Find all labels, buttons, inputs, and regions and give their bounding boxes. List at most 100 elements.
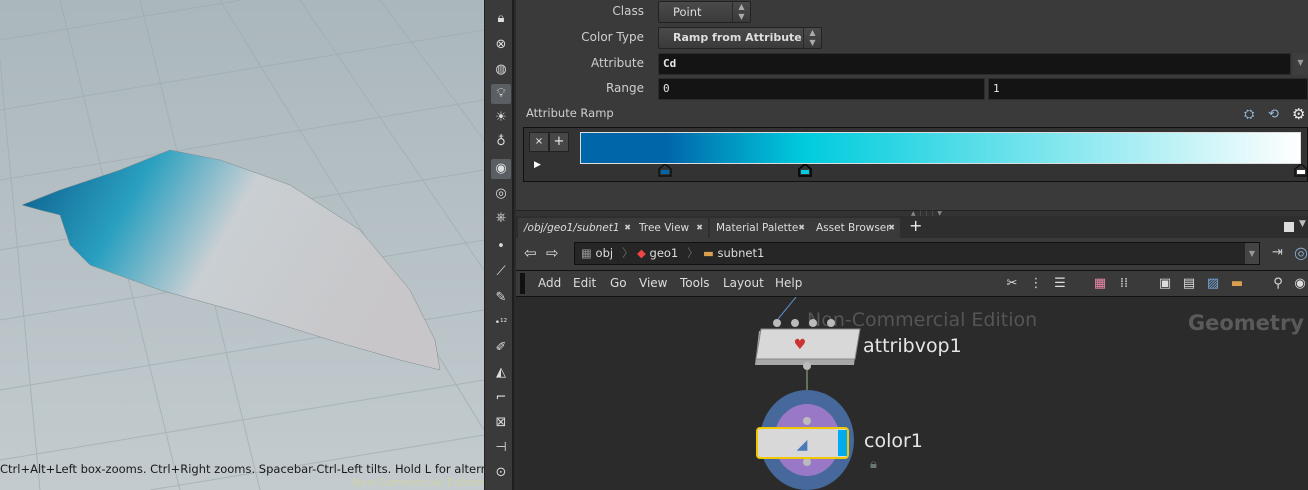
- path-dropdown-icon[interactable]: ▼: [1245, 243, 1259, 264]
- bucket-icon[interactable]: ◭: [491, 363, 511, 383]
- path-bar: ⇦ ⇨ ▦ obj 〉 ◆ geo1 〉 ▬ subnet1 ▼ ⇥ ◎: [516, 238, 1308, 270]
- ramp-delete-button[interactable]: ×: [529, 132, 549, 152]
- point-light-icon[interactable]: ☀: [491, 108, 511, 128]
- pen-icon[interactable]: ✐: [491, 338, 511, 358]
- color-type-value: Ramp from Attribute: [673, 31, 802, 44]
- subnet-icon: ▬: [703, 246, 714, 260]
- ambient-light-icon[interactable]: ◍: [491, 60, 511, 80]
- viewport-toolbar: 🔒︎ ⊗ ◍ 💡︎ ☀ ♁ ◉ ◎ ⎈ • ⟋ ✎ •¹² ✐ ◭ ⌐ ⊠ ⊣ …: [484, 0, 514, 490]
- camera-tools-icon[interactable]: ⎈: [491, 208, 511, 228]
- link-icon[interactable]: ◎: [1294, 243, 1308, 262]
- ramp-stop-handle[interactable]: [798, 163, 812, 177]
- viewport-scene: [0, 0, 484, 490]
- background-image-icon[interactable]: ▨: [1205, 276, 1221, 292]
- close-icon[interactable]: ✖: [624, 218, 631, 238]
- crumb-obj[interactable]: ▦ obj: [581, 243, 613, 264]
- crumb-subnet1[interactable]: ▬ subnet1: [703, 243, 764, 264]
- pane-tabs: /obj/geo1/subnet1 ✖ Tree View ✖ Material P…: [516, 216, 1308, 238]
- add-tab-button[interactable]: +: [909, 216, 922, 235]
- close-icon[interactable]: ✖: [798, 218, 805, 238]
- lock-icon[interactable]: 🔒︎: [491, 9, 511, 29]
- menu-view[interactable]: View: [639, 276, 667, 290]
- class-label: Class: [612, 4, 644, 18]
- input-wire: [777, 297, 797, 320]
- tab-network[interactable]: /obj/geo1/subnet1 ✖: [518, 218, 636, 238]
- tab-material-palette[interactable]: Material Palette ✖: [710, 218, 810, 238]
- light-icon[interactable]: 💡︎: [491, 84, 511, 104]
- brush-icon[interactable]: ⟋: [491, 262, 511, 282]
- color-type-dropdown[interactable]: Ramp from Attribute ▲ ▼: [658, 27, 822, 49]
- 3d-viewport[interactable]: Ctrl+Alt+Left box-zooms. Ctrl+Right zoom…: [0, 0, 484, 490]
- tab-tree-view[interactable]: Tree View ✖: [633, 218, 708, 238]
- close-icon[interactable]: ✖: [888, 218, 895, 238]
- lock-icon[interactable]: 🔒︎: [870, 457, 877, 472]
- ramp-stop-handle[interactable]: [1294, 163, 1308, 177]
- camera-icon[interactable]: ◎: [491, 184, 511, 204]
- ramp-stop-handle[interactable]: [658, 163, 672, 177]
- vop-icon: ♥: [794, 337, 807, 353]
- geometry-surface: [21, 149, 441, 371]
- menu-help[interactable]: Help: [775, 276, 802, 290]
- pin-icon[interactable]: ⇥: [1272, 245, 1283, 260]
- class-dropdown[interactable]: Point ▲ ▼: [658, 1, 751, 23]
- menu-tools[interactable]: Tools: [680, 276, 710, 290]
- expand-arrow-icon[interactable]: ▶: [534, 160, 541, 170]
- edge-icon[interactable]: ⌐: [491, 388, 511, 408]
- close-icon[interactable]: ✖: [696, 218, 703, 238]
- eye-icon[interactable]: ◉: [1292, 276, 1308, 292]
- spot-light-icon[interactable]: ♁: [491, 132, 511, 152]
- tab-label: Tree View: [639, 222, 690, 234]
- node-label-attribvop1[interactable]: attribvop1: [863, 335, 962, 357]
- attribute-menu-button[interactable]: ▼: [1293, 53, 1308, 75]
- environment-icon[interactable]: ◉: [491, 159, 511, 179]
- snap-icon[interactable]: ⊠: [491, 413, 511, 433]
- number-icon[interactable]: •¹²: [491, 313, 511, 333]
- maximize-icon[interactable]: [1284, 222, 1294, 232]
- ramp-preset-icon[interactable]: ⛭: [1244, 107, 1254, 122]
- tab-asset-browser[interactable]: Asset Browser ✖: [810, 218, 900, 238]
- menu-edit[interactable]: Edit: [573, 276, 596, 290]
- light-off-icon[interactable]: ⊗: [491, 35, 511, 55]
- pivot-icon[interactable]: ⊣: [491, 438, 511, 458]
- sticky-note-icon[interactable]: ▤: [1181, 276, 1197, 292]
- back-arrow-icon[interactable]: ⇦: [524, 244, 537, 262]
- pane-menu-icon[interactable]: ▼: [1299, 219, 1306, 229]
- node-label-color1[interactable]: color1: [864, 430, 923, 452]
- grid-icon[interactable]: ⁞⁞: [1116, 276, 1132, 292]
- record-icon[interactable]: ⊙: [491, 463, 511, 483]
- crumb-label: obj: [595, 246, 614, 260]
- ramp-refresh-icon[interactable]: ⟲: [1268, 107, 1279, 122]
- tab-label: /obj/geo1/subnet1: [524, 222, 620, 234]
- menu-add[interactable]: Add: [538, 276, 561, 290]
- crumb-geo1[interactable]: ◆ geo1: [637, 243, 678, 264]
- range-min-field[interactable]: 0: [658, 78, 985, 100]
- network-graph: ♥ ◢: [755, 297, 861, 490]
- menu-bar: Add Edit Go View Tools Layout Help ✂ ⋮ ☰…: [516, 270, 1308, 297]
- dot-icon[interactable]: •: [491, 237, 511, 257]
- attribute-label: Attribute: [591, 56, 644, 70]
- subnet-icon[interactable]: ▬: [1229, 276, 1245, 292]
- gear-icon[interactable]: ⚙: [1292, 105, 1305, 123]
- updown-icon: ▲ ▼: [732, 2, 750, 22]
- network-editor[interactable]: Non-Commercial Edition Geometry ♥ ◢ attr…: [516, 297, 1308, 490]
- node-attribvop1[interactable]: [755, 328, 861, 360]
- search-icon[interactable]: ⚲: [1270, 276, 1286, 292]
- attribute-field[interactable]: Cd: [658, 53, 1291, 75]
- list-icon[interactable]: ☰: [1052, 276, 1068, 292]
- menu-go[interactable]: Go: [610, 276, 627, 290]
- ramp-editor[interactable]: × + ▶: [523, 127, 1308, 182]
- pipette-icon[interactable]: ✎: [491, 288, 511, 308]
- color-palette-icon[interactable]: ▦: [1092, 276, 1108, 292]
- collapse-handle[interactable]: [520, 273, 525, 294]
- tree-icon[interactable]: ⋮: [1028, 276, 1044, 292]
- range-max-field[interactable]: 1: [988, 78, 1308, 100]
- updown-icon: ▲ ▼: [803, 28, 821, 48]
- forward-arrow-icon[interactable]: ⇨: [546, 244, 559, 262]
- menu-layout[interactable]: Layout: [723, 276, 764, 290]
- breadcrumb: ▦ obj 〉 ◆ geo1 〉 ▬ subnet1 ▼: [574, 242, 1260, 265]
- node-attribvop1-inputs: [773, 319, 835, 327]
- crumb-separator: 〉: [687, 246, 699, 260]
- network-box-icon[interactable]: ▣: [1157, 276, 1173, 292]
- tools-icon[interactable]: ✂: [1004, 276, 1020, 292]
- ramp-add-button[interactable]: +: [549, 132, 569, 152]
